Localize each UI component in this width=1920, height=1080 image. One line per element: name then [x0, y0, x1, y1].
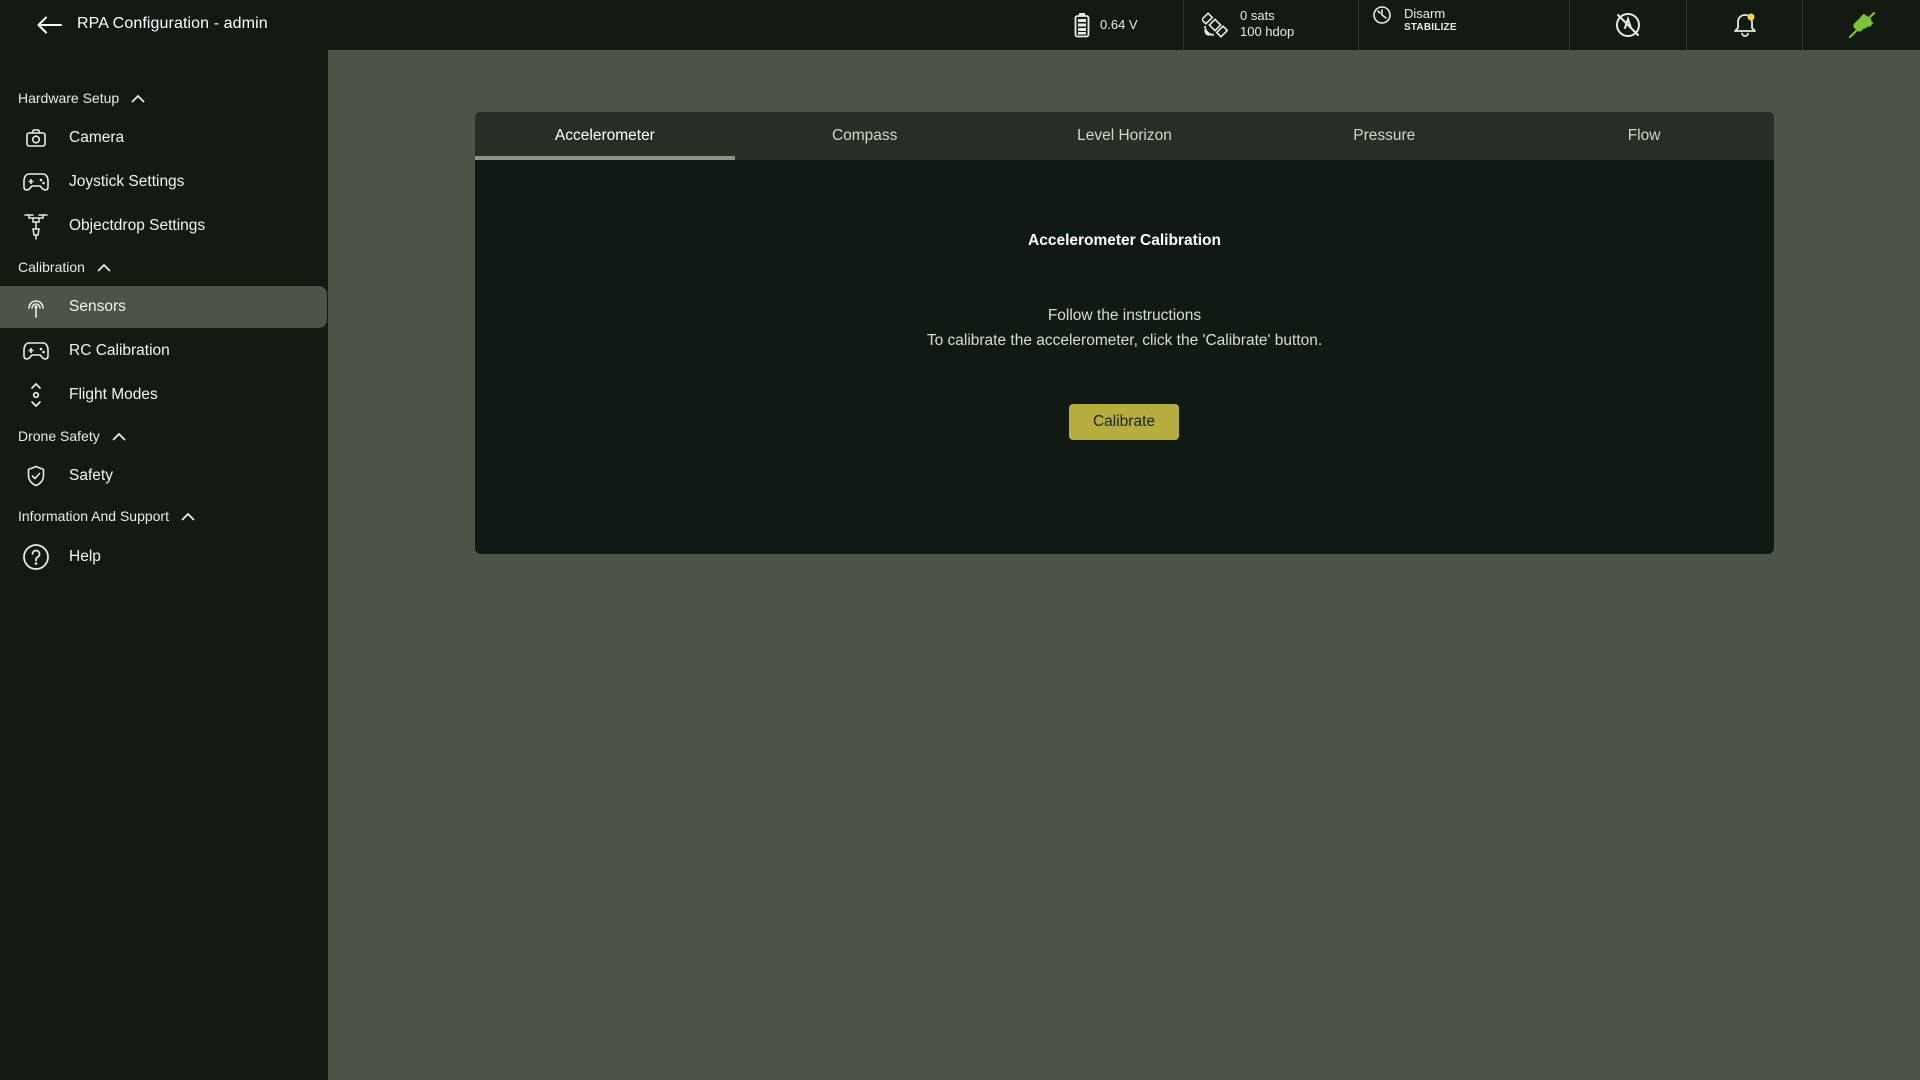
- sidebar-item-label: Camera: [69, 129, 125, 146]
- bell-icon: [1731, 11, 1759, 39]
- section-label: Calibration: [18, 259, 85, 275]
- gamepad-icon: [22, 168, 50, 196]
- calibrate-button[interactable]: Calibrate: [1069, 404, 1179, 440]
- sidebar-item-label: Flight Modes: [69, 386, 158, 403]
- help-circle-icon: [22, 543, 50, 571]
- chevron-up-icon: [97, 263, 111, 272]
- sidebar-item-camera[interactable]: Camera: [0, 117, 327, 159]
- sidebar-item-sensors[interactable]: Sensors: [0, 286, 327, 328]
- arm-state: Disarm: [1404, 6, 1446, 21]
- section-information-and-support[interactable]: Information And Support: [18, 505, 195, 527]
- sidebar-item-help[interactable]: Help: [0, 536, 327, 578]
- gps-hdop: 100 hdop: [1240, 24, 1295, 39]
- notifications-button[interactable]: [1686, 0, 1802, 50]
- app-title: RPA Configuration - admin: [77, 15, 268, 32]
- connection-button[interactable]: [1802, 0, 1920, 50]
- sidebar-item-safety[interactable]: Safety: [0, 455, 327, 497]
- shield-check-icon: [22, 462, 50, 490]
- gps-status[interactable]: 0 sats 100 hdop: [1183, 0, 1357, 50]
- tab-compass[interactable]: Compass: [735, 112, 995, 160]
- sidebar-item-flight-modes[interactable]: Flight Modes: [0, 374, 327, 416]
- tab-accelerometer[interactable]: Accelerometer: [475, 112, 735, 160]
- sidebar-item-label: Objectdrop Settings: [69, 217, 206, 234]
- section-label: Hardware Setup: [18, 90, 120, 106]
- flight-modes-icon: [22, 381, 50, 409]
- section-calibration[interactable]: Calibration: [18, 256, 111, 278]
- plug-connected-icon: [1846, 9, 1878, 41]
- battery-icon: [1074, 12, 1090, 38]
- sidebar-item-joystick-settings[interactable]: Joystick Settings: [0, 161, 327, 203]
- sidebar-item-rc-calibration[interactable]: RC Calibration: [0, 330, 327, 372]
- sensor-tabs: Accelerometer Compass Level Horizon Pres…: [475, 112, 1774, 160]
- calibration-title: Accelerometer Calibration: [1028, 232, 1221, 249]
- satellite-icon: [1202, 12, 1228, 38]
- sidebar-item-label: Sensors: [69, 298, 126, 315]
- tab-level-horizon[interactable]: Level Horizon: [995, 112, 1255, 160]
- section-hardware-setup[interactable]: Hardware Setup: [18, 87, 145, 109]
- camera-icon: [22, 124, 50, 152]
- sensor-icon: [22, 293, 50, 321]
- top-bar: RPA Configuration - admin 0.64 V 0 sats …: [0, 0, 1920, 50]
- drone-drop-icon: [22, 212, 50, 240]
- sidebar-item-objectdrop-settings[interactable]: Objectdrop Settings: [0, 205, 327, 247]
- gps-sats: 0 sats: [1240, 8, 1275, 23]
- sidebar-item-label: Safety: [69, 467, 113, 484]
- back-button[interactable]: [34, 11, 64, 39]
- section-label: Drone Safety: [18, 428, 100, 444]
- sidebar-item-label: Help: [69, 548, 101, 565]
- compass-status-button[interactable]: [1569, 0, 1685, 50]
- battery-status[interactable]: 0.64 V: [1068, 0, 1182, 50]
- calibration-panel: Accelerometer Compass Level Horizon Pres…: [475, 112, 1774, 554]
- instruction-text: Follow the instructions: [1047, 307, 1202, 324]
- battery-voltage: 0.64 V: [1100, 17, 1138, 32]
- tab-pressure[interactable]: Pressure: [1254, 112, 1514, 160]
- tab-flow[interactable]: Flow: [1514, 112, 1774, 160]
- arm-status[interactable]: Disarm STABILIZE: [1358, 0, 1568, 50]
- section-label: Information And Support: [18, 508, 169, 524]
- sidebar-item-label: Joystick Settings: [69, 173, 185, 190]
- flight-mode: STABILIZE: [1404, 22, 1457, 33]
- arrow-left-icon: [36, 16, 62, 34]
- section-drone-safety[interactable]: Drone Safety: [18, 425, 126, 447]
- chevron-up-icon: [181, 512, 195, 521]
- compass-slash-icon: [1614, 11, 1642, 39]
- arming-icon: [1372, 5, 1392, 25]
- instruction-detail-text: To calibrate the accelerometer, click th…: [926, 332, 1323, 349]
- chevron-up-icon: [112, 432, 126, 441]
- sidebar-item-label: RC Calibration: [69, 342, 170, 359]
- gamepad-icon: [22, 337, 50, 365]
- sidebar: Hardware Setup Camera Joystick Settings …: [0, 50, 328, 1080]
- chevron-up-icon: [131, 94, 145, 103]
